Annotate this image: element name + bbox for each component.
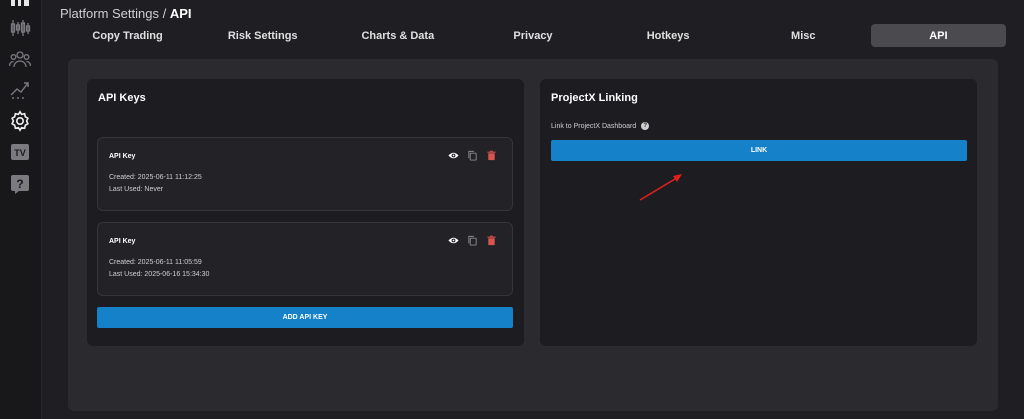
projectx-linking-title: ProjectX Linking	[551, 92, 638, 104]
eye-icon[interactable]	[448, 235, 459, 246]
breadcrumb: Platform Settings / API	[60, 6, 192, 21]
api-key-actions	[448, 150, 497, 161]
settings-content: API Keys API Key Created: 2025-06-11 11:…	[68, 59, 998, 411]
add-api-key-button[interactable]: ADD API KEY	[97, 307, 513, 328]
api-key-actions	[448, 235, 497, 246]
tab-risk-settings[interactable]: Risk Settings	[195, 24, 330, 47]
help-icon[interactable]: ?	[9, 173, 31, 195]
copy-icon[interactable]	[467, 150, 478, 161]
link-button[interactable]: LINK	[551, 140, 967, 161]
tab-hotkeys[interactable]: Hotkeys	[601, 24, 736, 47]
tv-icon[interactable]: TV	[9, 141, 31, 163]
trash-icon[interactable]	[486, 235, 497, 246]
api-key-name: API Key	[109, 153, 136, 160]
sidebar: TV ?	[0, 0, 42, 419]
breadcrumb-parent[interactable]: Platform Settings	[60, 6, 159, 21]
trend-chart-icon[interactable]	[9, 78, 31, 100]
question-icon[interactable]: ?	[641, 122, 650, 130]
svg-text:TV: TV	[14, 148, 26, 158]
api-keys-title: API Keys	[98, 92, 146, 104]
trash-icon[interactable]	[486, 150, 497, 161]
api-key-created: Created: 2025-06-11 11:12:25	[109, 174, 202, 181]
tab-copy-trading[interactable]: Copy Trading	[60, 24, 195, 47]
projectx-link-label: Link to ProjectX Dashboard	[551, 122, 637, 130]
annotation-arrow-icon	[639, 174, 682, 201]
api-key-last-used: Last Used: 2025-06-16 15:34:30	[109, 271, 210, 278]
tab-charts-data[interactable]: Charts & Data	[330, 24, 465, 47]
breadcrumb-current: API	[169, 6, 192, 21]
dashboard-icon[interactable]	[9, 0, 31, 14]
svg-text:?: ?	[16, 177, 23, 191]
api-keys-panel: API Keys API Key Created: 2025-06-11 11:…	[87, 79, 524, 346]
projectx-link-label-row: Link to ProjectX Dashboard ?	[551, 122, 650, 130]
settings-tabs: Copy Trading Risk Settings Charts & Data…	[60, 24, 1006, 47]
tab-api[interactable]: API	[870, 24, 1006, 47]
eye-icon[interactable]	[448, 150, 459, 161]
users-icon[interactable]	[9, 48, 31, 70]
candlestick-chart-icon[interactable]	[9, 17, 31, 39]
api-key-last-used: Last Used: Never	[109, 186, 164, 193]
api-key-card: API Key Created: 2025-06-11 11:12:25 Las…	[97, 137, 513, 211]
copy-icon[interactable]	[467, 235, 478, 246]
gear-icon[interactable]	[9, 110, 31, 132]
breadcrumb-separator: /	[159, 6, 170, 21]
tab-misc[interactable]: Misc	[736, 24, 871, 47]
api-key-name: API Key	[109, 238, 136, 245]
api-key-created: Created: 2025-06-11 11:05:59	[109, 259, 202, 266]
tab-privacy[interactable]: Privacy	[465, 24, 600, 47]
api-key-card: API Key Created: 2025-06-11 11:05:59 Las…	[97, 222, 513, 296]
projectx-linking-panel: ProjectX Linking Link to ProjectX Dashbo…	[540, 79, 977, 346]
